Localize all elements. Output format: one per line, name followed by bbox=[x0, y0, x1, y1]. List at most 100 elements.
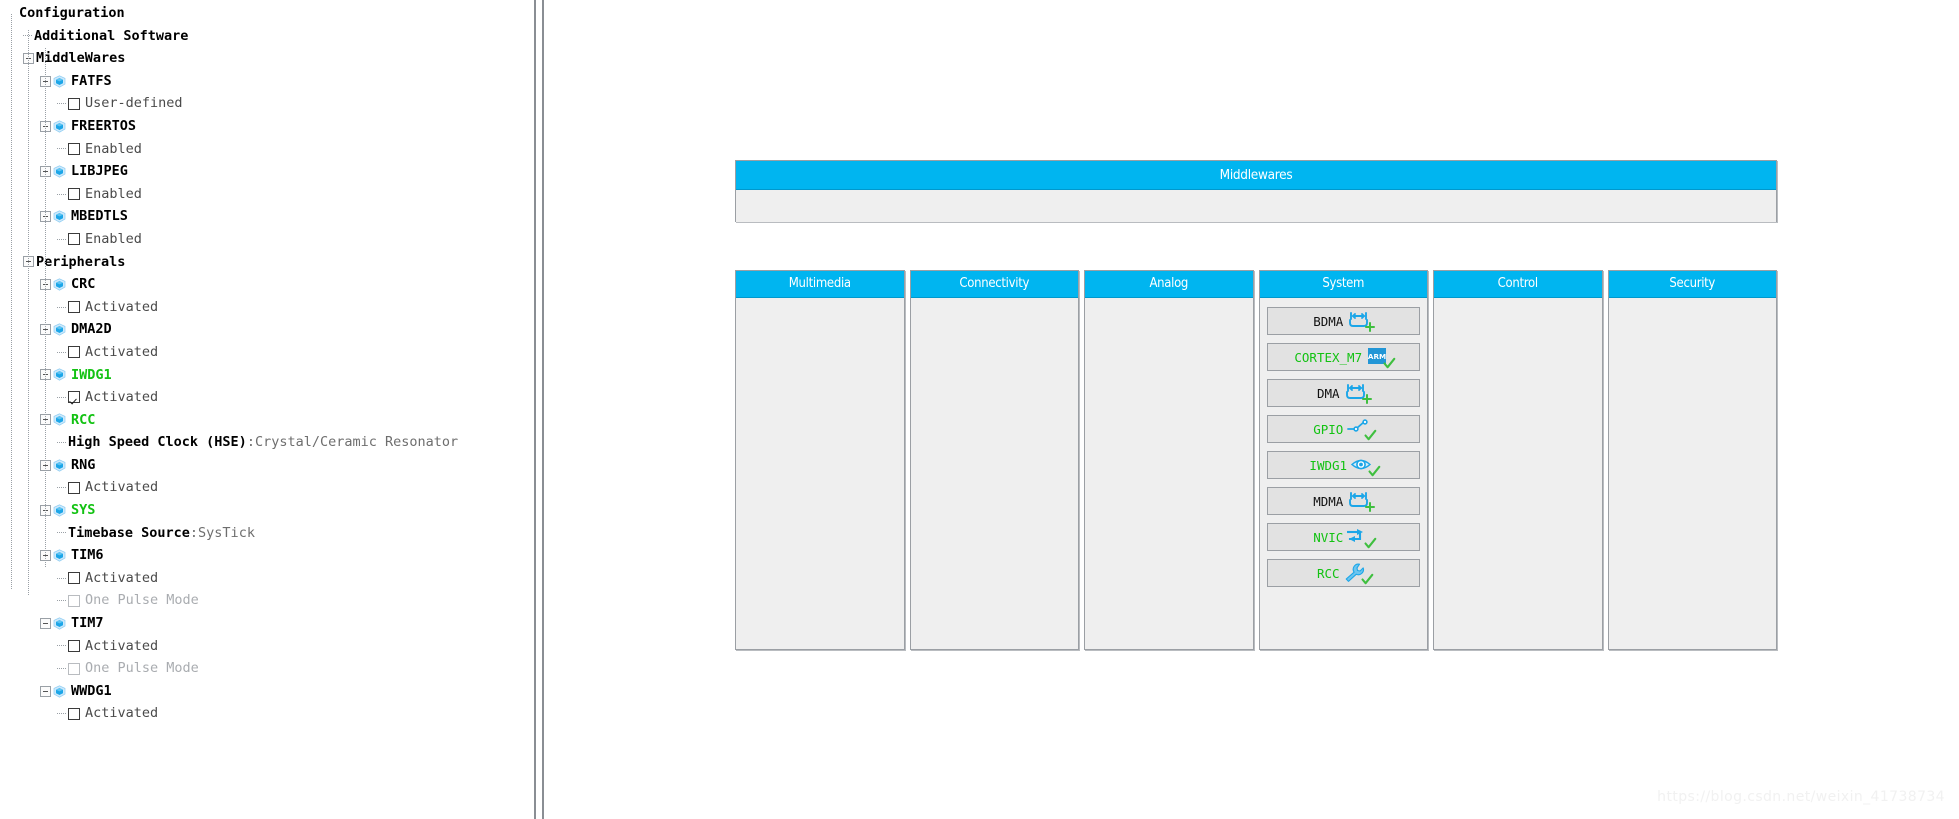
tree-connector bbox=[57, 188, 66, 200]
checkbox-libjpeg-enabled[interactable] bbox=[68, 188, 80, 201]
tree-node-libjpeg[interactable]: LIBJPEG bbox=[0, 160, 534, 183]
tree-node-sys[interactable]: SYS bbox=[0, 499, 534, 522]
tree-node-mbedtls[interactable]: MBEDTLS bbox=[0, 205, 534, 228]
tree-node-wwdg1[interactable]: WWDG1 bbox=[0, 680, 534, 703]
enabled-check-icon bbox=[1360, 573, 1373, 585]
peripheral-cube-icon bbox=[53, 210, 66, 223]
tree-node-label: Additional Software bbox=[34, 27, 189, 44]
tree-node-iwdg1-activated[interactable]: Activated bbox=[0, 386, 534, 409]
category-header-multimedia[interactable]: Multimedia bbox=[736, 271, 904, 298]
category-column-control: Control bbox=[1433, 270, 1603, 650]
checkbox-freertos-enabled[interactable] bbox=[68, 142, 80, 155]
peripheral-name: IWDG1 bbox=[1309, 457, 1348, 473]
configuration-tree[interactable]: Configuration Additional Software MiddleWa… bbox=[0, 0, 534, 725]
checkbox-rng-activated[interactable] bbox=[68, 481, 80, 494]
enabled-check-icon bbox=[1364, 537, 1377, 549]
tree-rail bbox=[28, 30, 29, 275]
checkbox-tim7-activated[interactable] bbox=[68, 639, 80, 652]
category-header-connectivity[interactable]: Connectivity bbox=[910, 271, 1078, 298]
tree-node-crc[interactable]: CRC bbox=[0, 273, 534, 296]
add-plus-icon bbox=[1364, 321, 1376, 333]
category-header-analog[interactable]: Analog bbox=[1085, 271, 1253, 298]
tree-node-dma2d[interactable]: DMA2D bbox=[0, 318, 534, 341]
peripheral-button-nvic[interactable]: NVIC bbox=[1266, 523, 1420, 551]
tree-node-label: RCC bbox=[71, 411, 96, 428]
tree-node-additional-software[interactable]: Additional Software bbox=[0, 25, 534, 48]
tree-node-tim6-activated[interactable]: Activated bbox=[0, 567, 534, 590]
category-header-control[interactable]: Control bbox=[1434, 271, 1602, 298]
peripheral-name: RCC bbox=[1316, 565, 1340, 581]
checkbox-iwdg1-activated[interactable] bbox=[68, 391, 80, 404]
tree-node-libjpeg-enabled[interactable]: Enabled bbox=[0, 183, 534, 206]
tree-setting-value: :Crystal/Ceramic Resonator bbox=[246, 434, 459, 451]
tree-node-mbedtls-enabled[interactable]: Enabled bbox=[0, 228, 534, 251]
enabled-check-icon bbox=[1368, 465, 1381, 477]
tree-node-rcc[interactable]: RCC bbox=[0, 409, 534, 432]
checkbox-crc-activated[interactable] bbox=[68, 301, 80, 314]
middlewares-panel-body bbox=[736, 190, 1776, 222]
tree-node-freertos-enabled[interactable]: Enabled bbox=[0, 138, 534, 161]
tree-connector bbox=[57, 595, 66, 607]
tree-node-rcc-hse[interactable]: High Speed Clock (HSE):Crystal/Ceramic R… bbox=[0, 431, 534, 454]
tree-node-label: Peripherals bbox=[36, 253, 126, 270]
tree-node-label: Activated bbox=[85, 637, 159, 654]
peripheral-button-dma[interactable]: DMA bbox=[1266, 379, 1420, 407]
tree-node-configuration[interactable]: Configuration bbox=[0, 2, 534, 25]
tree-node-dma2d-activated[interactable]: Activated bbox=[0, 341, 534, 364]
peripheral-button-bdma[interactable]: BDMA bbox=[1266, 307, 1420, 335]
enabled-check-icon bbox=[1383, 357, 1396, 369]
tree-setting-label: Timebase Source bbox=[68, 524, 190, 541]
tree-node-freertos[interactable]: FREERTOS bbox=[0, 115, 534, 138]
expander-minus-icon[interactable] bbox=[40, 685, 51, 697]
tree-rail bbox=[45, 48, 46, 568]
tree-node-peripherals[interactable]: Peripherals bbox=[0, 251, 534, 274]
checkbox-tim7-one-pulse bbox=[68, 662, 80, 675]
wrench-icon bbox=[1344, 563, 1373, 585]
category-header-security[interactable]: Security bbox=[1608, 271, 1776, 298]
tree-node-label: WWDG1 bbox=[71, 682, 112, 699]
configuration-tree-panel[interactable]: Configuration Additional Software MiddleWa… bbox=[0, 0, 536, 819]
tree-node-label: RNG bbox=[71, 456, 96, 473]
peripheral-cube-icon bbox=[53, 278, 66, 291]
tree-node-tim7-activated[interactable]: Activated bbox=[0, 635, 534, 658]
peripheral-cube-icon bbox=[53, 74, 66, 88]
tree-node-tim7-one-pulse[interactable]: One Pulse Mode bbox=[0, 657, 534, 680]
category-header-system[interactable]: System bbox=[1259, 271, 1427, 298]
peripheral-name: BDMA bbox=[1313, 313, 1344, 329]
checkbox-mbedtls-enabled[interactable] bbox=[68, 233, 80, 246]
tree-node-label: User-defined bbox=[85, 95, 183, 112]
checkbox-dma2d-activated[interactable] bbox=[68, 346, 80, 359]
tree-node-tim6-one-pulse[interactable]: One Pulse Mode bbox=[0, 589, 534, 612]
checkbox-fatfs-user-defined[interactable] bbox=[68, 97, 80, 110]
checkbox-wwdg1-activated[interactable] bbox=[68, 707, 80, 720]
tree-node-rng[interactable]: RNG bbox=[0, 454, 534, 477]
tree-node-middlewares[interactable]: MiddleWares bbox=[0, 47, 534, 70]
tree-node-fatfs[interactable]: FATFS bbox=[0, 70, 534, 93]
peripheral-button-iwdg1[interactable]: IWDG1 bbox=[1266, 451, 1420, 479]
peripheral-button-mdma[interactable]: MDMA bbox=[1266, 487, 1420, 515]
tree-connector bbox=[57, 437, 66, 449]
category-column-system: System BDMA CORTEX_M7 ARM DMA GPIO IWDG1 MDMA NV… bbox=[1258, 270, 1428, 650]
tree-node-sys-timebase[interactable]: Timebase Source:SysTick bbox=[0, 522, 534, 545]
peripheral-button-rcc[interactable]: RCC bbox=[1266, 559, 1420, 587]
configuration-tree-scroll[interactable]: Configuration Additional Software MiddleWa… bbox=[0, 0, 534, 819]
tree-node-label: Enabled bbox=[85, 230, 142, 247]
expander-minus-icon[interactable] bbox=[40, 617, 51, 629]
tree-connector bbox=[57, 708, 66, 720]
panel-splitter[interactable] bbox=[536, 0, 544, 819]
category-body-security bbox=[1609, 298, 1777, 649]
tree-node-tim7[interactable]: TIM7 bbox=[0, 612, 534, 635]
tree-node-crc-activated[interactable]: Activated bbox=[0, 296, 534, 319]
tree-node-iwdg1[interactable]: IWDG1 bbox=[0, 364, 534, 387]
checkbox-tim6-activated[interactable] bbox=[68, 572, 80, 585]
tree-node-wwdg1-activated[interactable]: Activated bbox=[0, 702, 534, 725]
tree-rail bbox=[11, 14, 12, 589]
tree-node-label: SYS bbox=[71, 502, 96, 519]
peripheral-button-cortex_m7[interactable]: CORTEX_M7 ARM bbox=[1266, 343, 1420, 371]
tree-node-rng-activated[interactable]: Activated bbox=[0, 476, 534, 499]
arm-icon: ARM bbox=[1366, 347, 1396, 369]
peripheral-button-gpio[interactable]: GPIO bbox=[1266, 415, 1420, 443]
tree-node-tim6[interactable]: TIM6 bbox=[0, 544, 534, 567]
peripheral-cube-icon bbox=[53, 459, 66, 472]
tree-node-fatfs-user-defined[interactable]: User-defined bbox=[0, 92, 534, 115]
